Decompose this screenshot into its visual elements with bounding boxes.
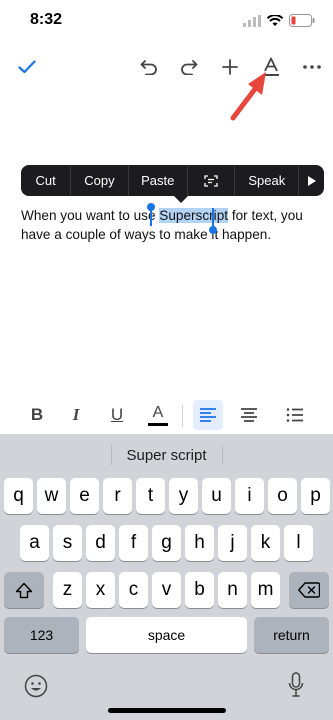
format-bar: B I U A [0, 398, 333, 434]
key-t[interactable]: t [136, 478, 165, 514]
scan-text-menu-item[interactable] [188, 165, 236, 196]
shift-icon [15, 582, 33, 598]
key-x[interactable]: x [86, 572, 115, 608]
key-m[interactable]: m [251, 572, 280, 608]
emoji-icon[interactable] [24, 674, 48, 698]
context-menu: Cut Copy Paste Speak [21, 165, 324, 196]
align-center-icon [241, 408, 257, 422]
scan-text-icon [204, 174, 218, 187]
suggestion-bar: Super script [0, 434, 333, 476]
paste-menu-item[interactable]: Paste [129, 165, 188, 196]
bulleted-list-icon [286, 408, 303, 422]
bulleted-list-button[interactable] [280, 400, 310, 430]
delete-key[interactable] [289, 572, 329, 608]
italic-button[interactable]: I [61, 400, 91, 430]
return-key[interactable]: return [254, 617, 329, 653]
space-key[interactable]: space [86, 617, 247, 653]
selection-end-bar [212, 208, 214, 227]
key-j[interactable]: j [218, 525, 247, 561]
home-indicator [108, 708, 226, 713]
doc-text-before: When you want to use [21, 208, 160, 223]
bold-button[interactable]: B [22, 400, 52, 430]
key-o[interactable]: o [268, 478, 297, 514]
text-color-button[interactable]: A [143, 400, 173, 430]
context-menu-pointer [174, 196, 188, 203]
key-e[interactable]: e [70, 478, 99, 514]
key-y[interactable]: y [169, 478, 198, 514]
shift-key[interactable] [4, 572, 44, 608]
selected-text[interactable]: Superscript [159, 208, 229, 223]
suggestion-item[interactable]: Super script [126, 447, 206, 464]
microphone-icon[interactable] [288, 672, 304, 698]
align-left-icon [200, 408, 216, 422]
key-f[interactable]: f [119, 525, 148, 561]
key-z[interactable]: z [53, 572, 82, 608]
align-center-button[interactable] [234, 400, 264, 430]
suggestion-divider [111, 445, 112, 465]
key-k[interactable]: k [251, 525, 280, 561]
cut-menu-item[interactable]: Cut [21, 165, 72, 196]
format-separator [182, 405, 183, 427]
key-h[interactable]: h [185, 525, 214, 561]
key-a[interactable]: a [20, 525, 49, 561]
key-i[interactable]: i [235, 478, 264, 514]
key-r[interactable]: r [103, 478, 132, 514]
suggestion-divider [222, 445, 223, 465]
keyboard: Super script q w e r t y u i o p a s d f… [0, 434, 333, 720]
key-g[interactable]: g [152, 525, 181, 561]
key-d[interactable]: d [86, 525, 115, 561]
speak-menu-item[interactable]: Speak [235, 165, 300, 196]
text-color-swatch [148, 422, 168, 426]
arrow-right-icon [307, 175, 316, 186]
key-p[interactable]: p [301, 478, 330, 514]
document-body[interactable]: When you want to use Superscript for tex… [21, 206, 316, 244]
text-color-label: A [152, 403, 164, 421]
backspace-icon [298, 582, 320, 598]
key-u[interactable]: u [202, 478, 231, 514]
key-v[interactable]: v [152, 572, 181, 608]
selection-end-handle[interactable] [209, 226, 217, 234]
key-w[interactable]: w [37, 478, 66, 514]
copy-menu-item[interactable]: Copy [71, 165, 129, 196]
key-n[interactable]: n [218, 572, 247, 608]
more-actions-menu-item[interactable] [299, 165, 324, 196]
align-left-button[interactable] [193, 400, 223, 430]
key-b[interactable]: b [185, 572, 214, 608]
key-l[interactable]: l [284, 525, 313, 561]
key-q[interactable]: q [4, 478, 33, 514]
underline-button[interactable]: U [102, 400, 132, 430]
annotation-arrow-icon [230, 72, 266, 121]
key-c[interactable]: c [119, 572, 148, 608]
selection-start-bar [150, 209, 152, 226]
key-s[interactable]: s [53, 525, 82, 561]
numbers-key[interactable]: 123 [4, 617, 79, 653]
